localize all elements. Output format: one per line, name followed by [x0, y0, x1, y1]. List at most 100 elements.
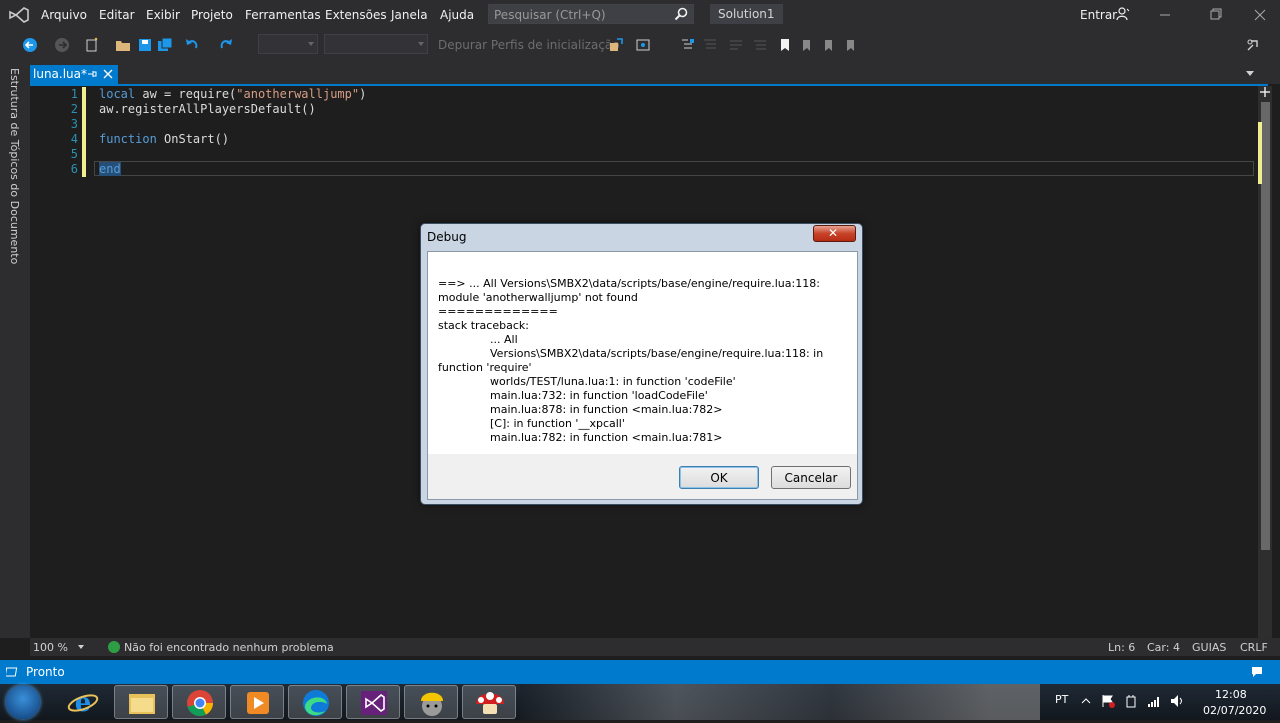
ok-button[interactable]: OK: [679, 466, 759, 489]
trace-line: main.lua:732: in function 'loadCodeFile': [490, 389, 708, 402]
redo-icon[interactable]: [218, 37, 234, 53]
uncomment-icon[interactable]: [752, 37, 768, 53]
prev-bookmark-icon[interactable]: [798, 37, 814, 53]
title-menu-bar: Arquivo Editar Exibir Projeto Ferramenta…: [0, 0, 1280, 30]
scrollbar-thumb[interactable]: [1261, 102, 1270, 550]
code-line-1[interactable]: local aw = require("anotherwalljump"): [99, 87, 366, 101]
menu-ferramentas[interactable]: Ferramentas: [245, 8, 321, 22]
notifications-icon[interactable]: [1250, 665, 1264, 679]
menu-editar[interactable]: Editar: [99, 8, 135, 22]
clear-bookmarks-icon[interactable]: [842, 37, 858, 53]
open-folder-icon[interactable]: [115, 37, 131, 53]
cat-helmet-icon: [421, 692, 443, 716]
keyword-local: local: [99, 87, 136, 101]
ready-label: Pronto: [26, 665, 65, 679]
start-button[interactable]: [6, 685, 40, 719]
volume-icon[interactable]: [1169, 693, 1185, 709]
media-player-icon: [247, 692, 269, 714]
debug-profiles-dropdown[interactable]: Depurar Perfis de inicialização: [438, 38, 620, 52]
next-bookmark-icon[interactable]: [820, 37, 836, 53]
live-share-icon[interactable]: [1245, 37, 1261, 53]
issues-status[interactable]: Não foi encontrado nenhum problema: [124, 641, 334, 654]
taskbar-cat-app[interactable]: [404, 685, 458, 719]
input-language-indicator[interactable]: PT: [1055, 693, 1068, 706]
zoom-level-dropdown[interactable]: 100 %: [33, 641, 68, 654]
code-text: ): [359, 87, 367, 101]
column-indicator: Car: 4: [1147, 641, 1180, 654]
tab-luna-lua[interactable]: luna.lua*: [30, 65, 118, 84]
close-window-button[interactable]: [1245, 4, 1275, 26]
tab-list-dropdown-icon[interactable]: [1246, 71, 1254, 76]
ready-status-icon: [6, 667, 18, 677]
new-project-icon[interactable]: [84, 37, 100, 53]
menu-extensoes[interactable]: Extensões: [325, 8, 387, 22]
document-outline-tab[interactable]: Estrutura de Tópicos do Documento: [8, 68, 21, 264]
power-icon[interactable]: [1123, 693, 1139, 709]
dialog-body: ==> ... All Versions\SMBX2\data/scripts/…: [427, 251, 858, 500]
configuration-combo[interactable]: [258, 34, 318, 54]
no-issues-check-icon: [108, 641, 120, 653]
signin-link[interactable]: Entrar: [1080, 8, 1117, 22]
code-text: aw = require(: [135, 87, 237, 101]
zoom-chevron-down-icon[interactable]: [78, 645, 84, 649]
taskbar-media-player[interactable]: [230, 685, 284, 719]
menu-ajuda[interactable]: Ajuda: [440, 8, 474, 22]
menu-arquivo[interactable]: Arquivo: [41, 8, 87, 22]
code-line-6[interactable]: end: [99, 162, 121, 176]
split-view-icon[interactable]: [1259, 86, 1271, 98]
code-line-2[interactable]: aw.registerAllPlayersDefault(): [99, 102, 316, 116]
taskbar-visual-studio[interactable]: [346, 685, 400, 719]
clock-date[interactable]: 02/07/2020: [1203, 704, 1266, 717]
menu-projeto[interactable]: Projeto: [191, 8, 233, 22]
trace-line: main.lua:782: in function <main.lua:781>: [490, 431, 723, 444]
taskbar-internet-explorer[interactable]: e: [56, 685, 110, 719]
taskbar-smbx-editor[interactable]: [462, 685, 516, 719]
taskbar-file-explorer[interactable]: [114, 685, 168, 719]
network-signal-icon[interactable]: [1146, 693, 1162, 709]
close-tab-icon[interactable]: [102, 68, 114, 80]
tabs-mode-indicator[interactable]: GUIAS: [1192, 641, 1226, 654]
dialog-close-button[interactable]: ✕: [813, 225, 856, 242]
tab-label: luna.lua*: [33, 67, 88, 81]
back-arrow-icon[interactable]: [22, 37, 38, 53]
editor-status-bar: 100 % Não foi encontrado nenhum problema…: [30, 638, 1280, 656]
platform-combo[interactable]: [324, 34, 428, 54]
search-input[interactable]: Pesquisar (Ctrl+Q): [488, 4, 694, 24]
line-number: 5: [70, 147, 78, 161]
mushroom-icon: [476, 692, 504, 714]
trace-line-wrap: function 'require': [438, 361, 532, 374]
bookmark-icon[interactable]: [777, 37, 793, 53]
restore-button[interactable]: [1200, 4, 1230, 26]
trace-line: main.lua:878: in function <main.lua:782>: [490, 403, 723, 416]
taskbar-chrome[interactable]: [172, 685, 226, 719]
separator-line: =============: [438, 305, 558, 318]
current-line-highlight: [94, 161, 1254, 176]
minimize-button[interactable]: [1150, 4, 1180, 26]
search-placeholder: Pesquisar (Ctrl+Q): [494, 8, 606, 22]
main-toolbar: Depurar Perfis de inicialização: [0, 30, 1280, 62]
save-icon[interactable]: [137, 37, 153, 53]
line-ending-indicator[interactable]: CRLF: [1240, 641, 1268, 654]
undo-icon[interactable]: [184, 37, 200, 53]
menu-janela[interactable]: Janela: [391, 8, 428, 22]
action-center-flag-icon[interactable]: [1100, 693, 1116, 709]
show-hidden-icons-icon[interactable]: [1078, 693, 1094, 709]
dialog-message-area: ==> ... All Versions\SMBX2\data/scripts/…: [428, 252, 857, 454]
comment-icon[interactable]: [728, 37, 744, 53]
change-indicator-bar: [82, 87, 86, 177]
browser-link-icon[interactable]: [636, 37, 652, 53]
save-all-icon[interactable]: [157, 37, 173, 53]
forward-arrow-icon[interactable]: [54, 37, 70, 53]
publish-icon[interactable]: [608, 37, 624, 53]
dialog-title: Debug: [427, 230, 467, 244]
clock-time[interactable]: 12:08: [1215, 688, 1247, 701]
outline-icon[interactable]: [702, 37, 718, 53]
code-line-4[interactable]: function OnStart(): [99, 132, 229, 146]
pin-icon[interactable]: [86, 68, 98, 80]
find-in-files-icon[interactable]: [680, 37, 696, 53]
menu-exibir[interactable]: Exibir: [146, 8, 180, 22]
folder-icon: [129, 694, 155, 714]
user-icon[interactable]: [1116, 7, 1130, 21]
taskbar-edge[interactable]: [288, 685, 342, 719]
cancel-button[interactable]: Cancelar: [771, 466, 851, 489]
